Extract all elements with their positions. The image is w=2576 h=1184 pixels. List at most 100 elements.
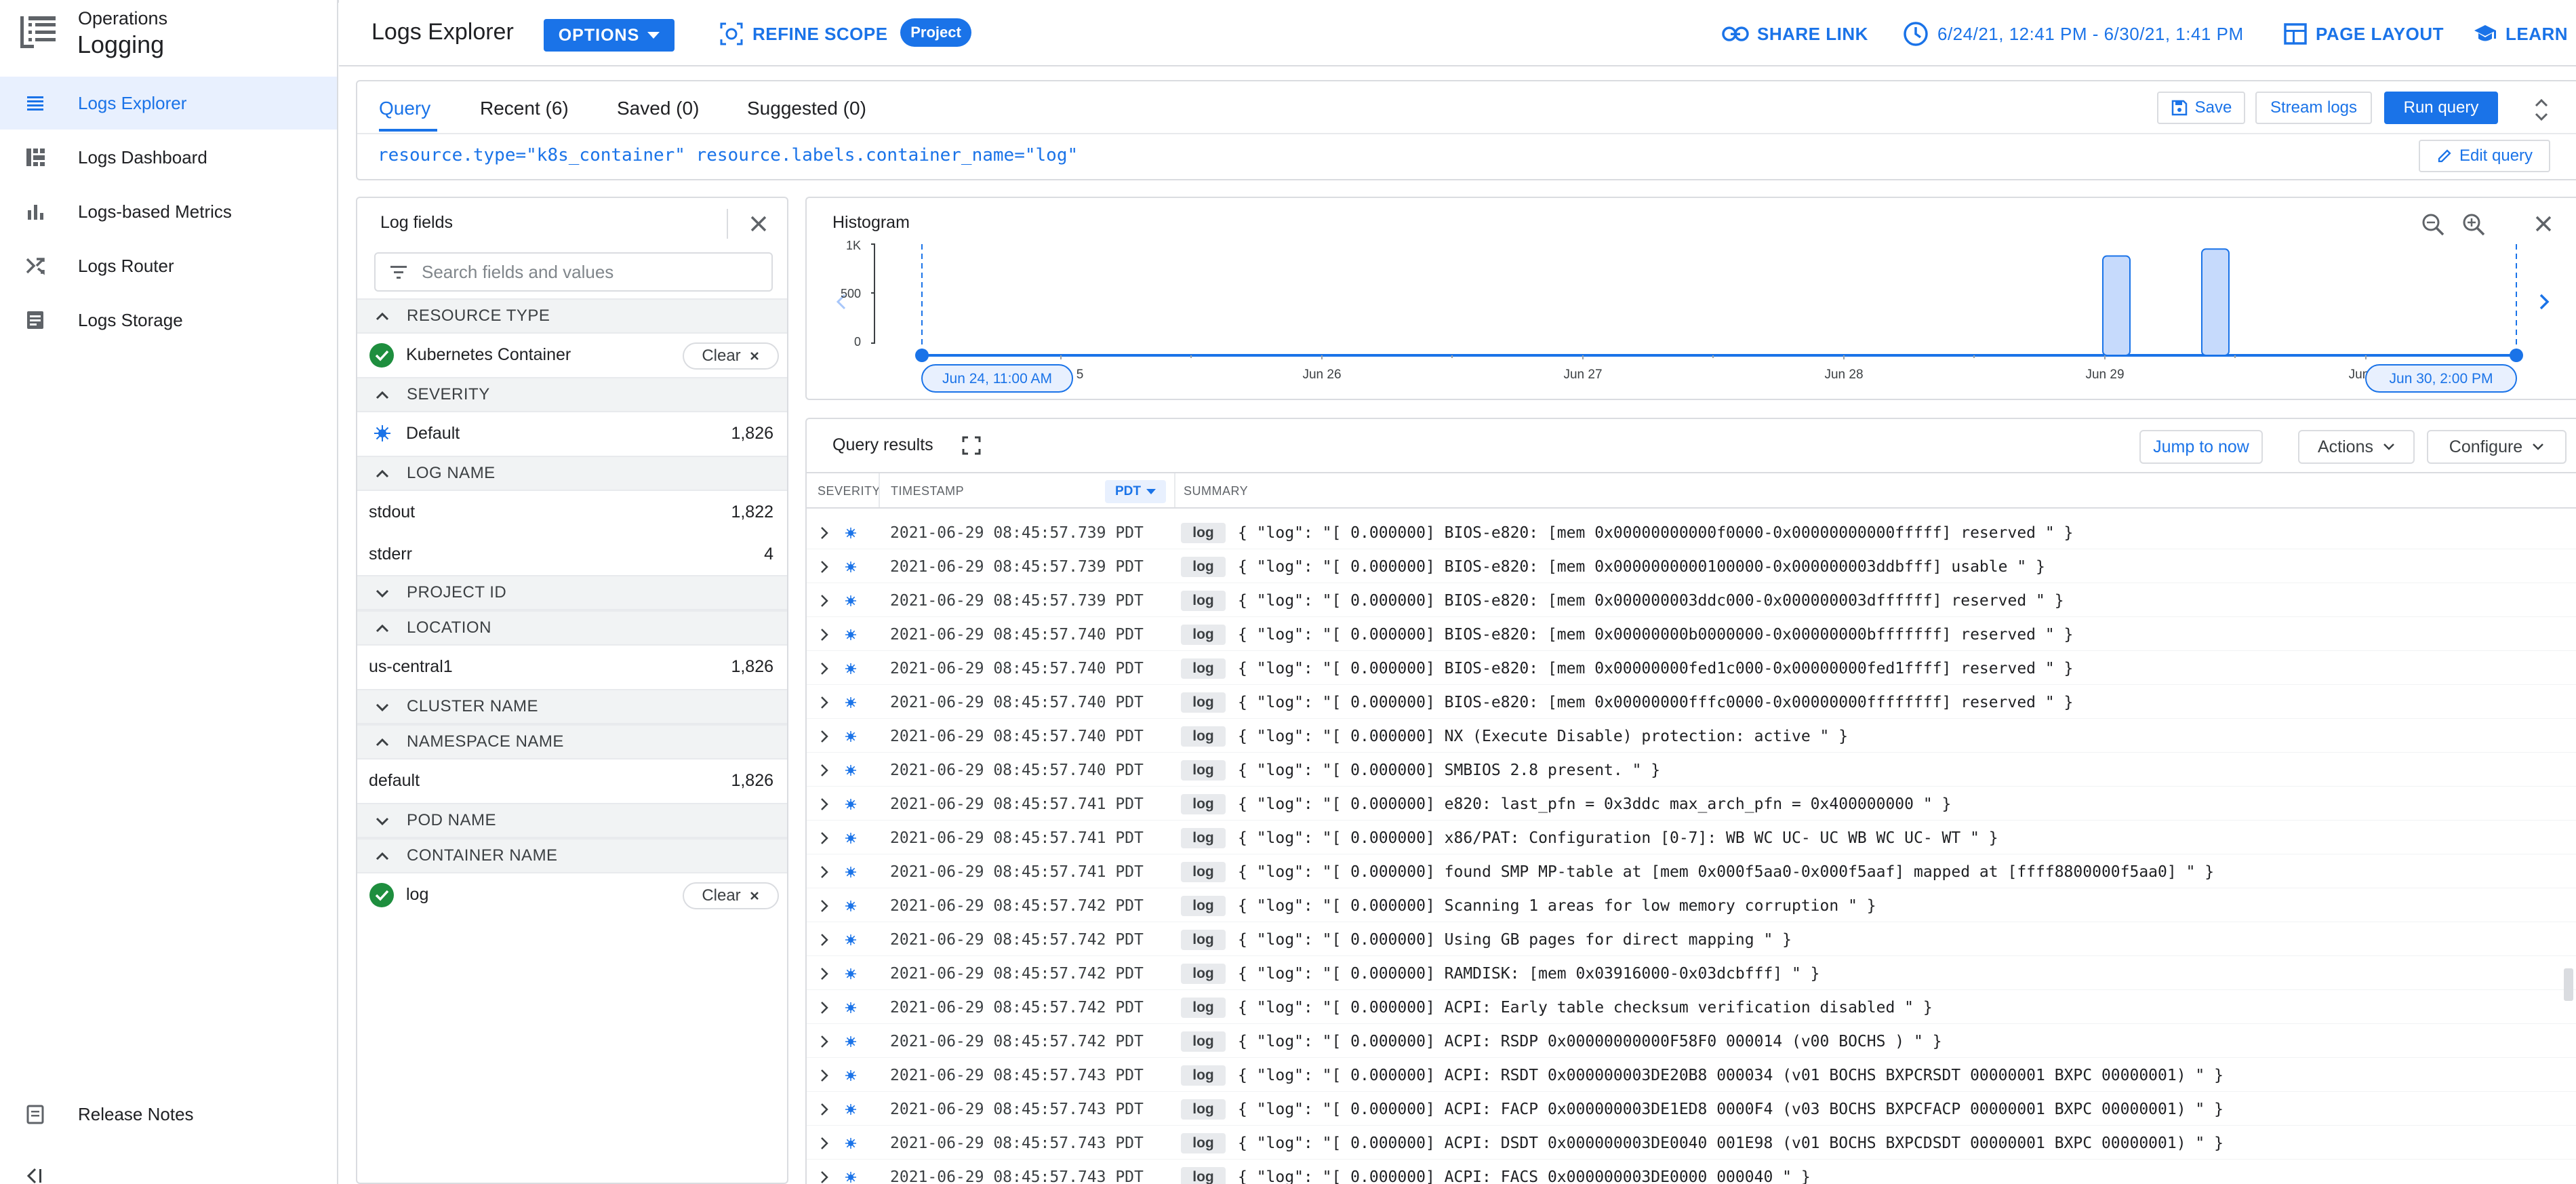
chevron-right-icon[interactable] bbox=[819, 1035, 830, 1048]
log-entry-row[interactable]: 2021-06-29 08:45:57.742 PDT log { "log": "… bbox=[807, 956, 2576, 990]
log-name-tag[interactable]: log bbox=[1181, 998, 1226, 1018]
close-histogram-icon[interactable] bbox=[2535, 216, 2552, 232]
histogram-chart[interactable]: 1K 500 0 5 Jun 26 Jun 27 Jun 28 Jun 29 J… bbox=[807, 198, 2576, 401]
col-severity[interactable]: SEVERITY bbox=[818, 484, 881, 498]
log-entry-row[interactable]: 2021-06-29 08:45:57.742 PDT log { "log": "… bbox=[807, 888, 2576, 922]
chevron-right-icon[interactable] bbox=[819, 1001, 830, 1014]
nav-item-release-notes[interactable]: Release Notes bbox=[0, 1088, 337, 1141]
log-name-tag[interactable]: log bbox=[1181, 591, 1226, 611]
stream-logs-button[interactable]: Stream logs bbox=[2255, 92, 2372, 124]
scope-chip[interactable]: Project bbox=[900, 18, 971, 47]
learn-button[interactable]: LEARN bbox=[2473, 20, 2568, 47]
log-name-tag[interactable]: log bbox=[1181, 557, 1226, 577]
chevron-right-icon[interactable] bbox=[819, 899, 830, 913]
log-name-tag[interactable]: log bbox=[1181, 862, 1226, 882]
actions-dropdown[interactable]: Actions bbox=[2298, 430, 2415, 464]
field-value-row[interactable]: us-central1 1,826 bbox=[357, 646, 787, 688]
nav-item-logs-based-metrics[interactable]: Logs-based Metrics bbox=[0, 185, 337, 238]
log-entry-row[interactable]: 2021-06-29 08:45:57.739 PDT log { "log": "… bbox=[807, 549, 2576, 583]
log-name-tag[interactable]: log bbox=[1181, 726, 1226, 747]
options-button[interactable]: OPTIONS bbox=[544, 19, 675, 52]
page-layout-button[interactable]: PAGE LAYOUT bbox=[2283, 20, 2444, 47]
histogram-bar[interactable] bbox=[2201, 248, 2230, 356]
edit-query-button[interactable]: Edit query bbox=[2419, 140, 2550, 172]
clear-filter-button[interactable]: Clear bbox=[683, 882, 779, 909]
log-entry-row[interactable]: 2021-06-29 08:45:57.742 PDT log { "log": "… bbox=[807, 1024, 2576, 1058]
expand-collapse-icon[interactable] bbox=[2533, 96, 2550, 123]
log-entry-row[interactable]: 2021-06-29 08:45:57.740 PDT log { "log": "… bbox=[807, 685, 2576, 719]
log-name-tag[interactable]: log bbox=[1181, 794, 1226, 814]
tab-query[interactable]: Query bbox=[379, 98, 430, 119]
log-name-tag[interactable]: log bbox=[1181, 692, 1226, 713]
range-start-handle[interactable] bbox=[915, 349, 929, 362]
log-entry-row[interactable]: 2021-06-29 08:45:57.741 PDT log { "log": "… bbox=[807, 854, 2576, 888]
chevron-right-icon[interactable] bbox=[819, 628, 830, 642]
log-name-tag[interactable]: log bbox=[1181, 896, 1226, 916]
time-range-picker[interactable]: 6/24/21, 12:41 PM - 6/30/21, 1:41 PM bbox=[1902, 20, 2244, 47]
log-name-tag[interactable]: log bbox=[1181, 625, 1226, 645]
refine-scope-button[interactable]: REFINE SCOPE bbox=[719, 20, 888, 47]
fullscreen-icon[interactable] bbox=[961, 435, 982, 456]
field-section-namespace-name[interactable]: NAMESPACE NAME bbox=[357, 724, 787, 759]
chevron-right-icon[interactable] bbox=[819, 662, 830, 675]
chevron-right-icon[interactable] bbox=[819, 764, 830, 777]
field-value-row[interactable]: log Clear bbox=[357, 873, 787, 915]
tab-suggested[interactable]: Suggested (0) bbox=[747, 98, 866, 119]
log-entry-row[interactable]: 2021-06-29 08:45:57.739 PDT log { "log": "… bbox=[807, 583, 2576, 617]
chevron-right-icon[interactable] bbox=[819, 696, 830, 709]
chevron-right-icon[interactable] bbox=[819, 967, 830, 981]
chevron-right-icon[interactable] bbox=[819, 1137, 830, 1150]
chevron-right-icon[interactable] bbox=[819, 797, 830, 811]
jump-to-now-button[interactable]: Jump to now bbox=[2139, 430, 2263, 464]
range-end-label[interactable]: Jun 30, 2:00 PM bbox=[2365, 364, 2517, 393]
range-end-handle[interactable] bbox=[2510, 349, 2523, 362]
log-name-tag[interactable]: log bbox=[1181, 658, 1226, 679]
fields-search-input[interactable]: Search fields and values bbox=[374, 252, 773, 292]
log-entry-row[interactable]: 2021-06-29 08:45:57.740 PDT log { "log": "… bbox=[807, 617, 2576, 651]
field-value-row[interactable]: default 1,826 bbox=[357, 759, 787, 802]
configure-dropdown[interactable]: Configure bbox=[2427, 430, 2567, 464]
log-entry-row[interactable]: 2021-06-29 08:45:57.742 PDT log { "log": "… bbox=[807, 990, 2576, 1024]
log-entry-row[interactable]: 2021-06-29 08:45:57.743 PDT log { "log": "… bbox=[807, 1160, 2576, 1184]
field-section-project-id[interactable]: PROJECT ID bbox=[357, 575, 787, 610]
vertical-scrollbar-thumb[interactable] bbox=[2564, 968, 2573, 1001]
collapse-nav-icon[interactable] bbox=[24, 1168, 45, 1184]
zoom-in-icon[interactable] bbox=[2463, 214, 2485, 236]
chevron-right-icon[interactable] bbox=[819, 526, 830, 540]
histogram-bar[interactable] bbox=[2102, 255, 2131, 356]
chevron-right-icon[interactable] bbox=[2539, 294, 2550, 310]
field-section-severity[interactable]: SEVERITY bbox=[357, 377, 787, 412]
chevron-right-icon[interactable] bbox=[819, 560, 830, 574]
log-entry-row[interactable]: 2021-06-29 08:45:57.743 PDT log { "log": "… bbox=[807, 1126, 2576, 1160]
nav-item-logs-storage[interactable]: Logs Storage bbox=[0, 294, 337, 347]
chevron-right-icon[interactable] bbox=[819, 933, 830, 947]
nav-item-logs-dashboard[interactable]: Logs Dashboard bbox=[0, 131, 337, 184]
zoom-out-icon[interactable] bbox=[2422, 214, 2444, 236]
logging-product-icon[interactable] bbox=[19, 14, 57, 50]
field-section-location[interactable]: LOCATION bbox=[357, 610, 787, 646]
log-entry-row[interactable]: 2021-06-29 08:45:57.743 PDT log { "log": "… bbox=[807, 1092, 2576, 1126]
range-start-label[interactable]: Jun 24, 11:00 AM bbox=[921, 364, 1073, 393]
field-value-row[interactable]: stderr 4 bbox=[357, 533, 787, 575]
save-query-button[interactable]: Save bbox=[2157, 92, 2245, 124]
log-name-tag[interactable]: log bbox=[1181, 760, 1226, 781]
nav-item-logs-explorer[interactable]: Logs Explorer bbox=[0, 77, 337, 130]
chevron-right-icon[interactable] bbox=[819, 730, 830, 743]
chevron-right-icon[interactable] bbox=[819, 865, 830, 879]
field-section-log-name[interactable]: LOG NAME bbox=[357, 456, 787, 491]
log-entry-row[interactable]: 2021-06-29 08:45:57.740 PDT log { "log": "… bbox=[807, 651, 2576, 685]
chevron-right-icon[interactable] bbox=[819, 1170, 830, 1184]
col-timestamp[interactable]: TIMESTAMP bbox=[891, 484, 964, 498]
log-entry-row[interactable]: 2021-06-29 08:45:57.741 PDT log { "log": "… bbox=[807, 787, 2576, 821]
timezone-dropdown[interactable]: PDT bbox=[1105, 480, 1166, 503]
run-query-button[interactable]: Run query bbox=[2384, 92, 2498, 124]
clear-filter-button[interactable]: Clear bbox=[683, 342, 779, 370]
log-name-tag[interactable]: log bbox=[1181, 1167, 1226, 1184]
field-section-resource-type[interactable]: RESOURCE TYPE bbox=[357, 298, 787, 334]
log-entry-row[interactable]: 2021-06-29 08:45:57.740 PDT log { "log": "… bbox=[807, 719, 2576, 753]
log-entry-row[interactable]: 2021-06-29 08:45:57.743 PDT log { "log": "… bbox=[807, 1058, 2576, 1092]
col-summary[interactable]: SUMMARY bbox=[1184, 484, 1248, 498]
field-value-row[interactable]: Default 1,826 bbox=[357, 412, 787, 454]
field-section-pod-name[interactable]: POD NAME bbox=[357, 803, 787, 838]
chevron-right-icon[interactable] bbox=[819, 1069, 830, 1082]
